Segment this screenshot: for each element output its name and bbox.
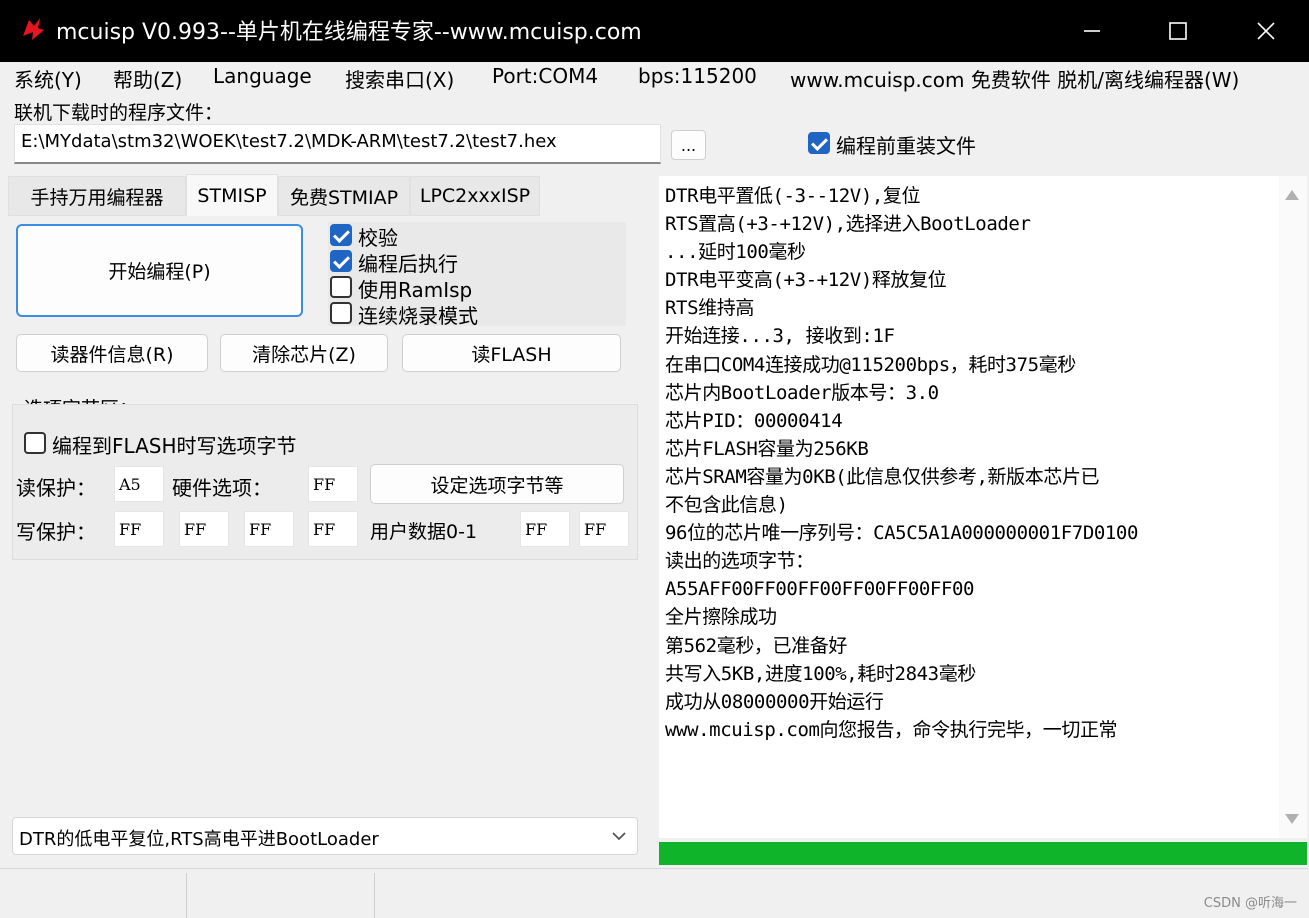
start-programming-button[interactable]: 开始编程(P) bbox=[16, 224, 303, 317]
tab-stmiap[interactable]: 免费STMIAP bbox=[278, 176, 410, 216]
log-lines: DTR电平置低(-3--12V),复位 RTS置高(+3-+12V),选择进入Bo… bbox=[659, 182, 1138, 744]
app-logo-icon bbox=[23, 18, 44, 40]
log-line: 成功从08000000开始运行 bbox=[665, 690, 884, 713]
menu-help[interactable]: 帮助(Z) bbox=[113, 64, 182, 93]
use-ramisp-label: 使用RamIsp bbox=[358, 278, 473, 302]
write-option-bytes-checkbox[interactable] bbox=[24, 432, 46, 454]
reset-mode-value: DTR的低电平复位,RTS高电平进BootLoader bbox=[19, 829, 379, 850]
use-ramisp-checkbox[interactable] bbox=[330, 276, 352, 298]
write-protect-field[interactable]: FF bbox=[179, 511, 229, 547]
menu-search-port[interactable]: 搜索串口(X) bbox=[345, 64, 454, 93]
log-line: 芯片内BootLoader版本号：3.0 bbox=[665, 381, 939, 404]
log-line: 不包含此信息) bbox=[665, 494, 788, 517]
progress-fill bbox=[659, 842, 1307, 865]
log-line: DTR电平置低(-3--12V),复位 bbox=[665, 185, 921, 207]
hardware-option-field[interactable]: FF bbox=[308, 466, 358, 502]
minimize-icon bbox=[1084, 30, 1100, 32]
log-scrollbar[interactable] bbox=[1279, 176, 1307, 838]
chevron-down-icon bbox=[612, 832, 626, 841]
read-protect-field[interactable]: A5 bbox=[114, 466, 164, 502]
menu-port[interactable]: Port:COM4 bbox=[492, 64, 598, 88]
log-line: RTS置高(+3-+12V),选择进入BootLoader bbox=[665, 213, 1031, 236]
browse-button[interactable]: ... bbox=[671, 130, 706, 160]
status-separator bbox=[186, 873, 187, 918]
log-line: 开始连接...3, 接收到:1F bbox=[665, 325, 895, 348]
log-output[interactable]: DTR电平置低(-3--12V),复位 RTS置高(+3-+12V),选择进入Bo… bbox=[659, 176, 1279, 838]
title-bar: mcuisp V0.993--单片机在线编程专家--www.mcuisp.com bbox=[0, 0, 1309, 62]
reload-file-checkbox[interactable] bbox=[808, 132, 830, 154]
tab-stmisp[interactable]: STMISP bbox=[186, 174, 278, 216]
read-device-info-button[interactable]: 读器件信息(R) bbox=[16, 334, 208, 372]
maximize-icon bbox=[1169, 22, 1187, 40]
reload-file-label: 编程前重装文件 bbox=[836, 134, 976, 158]
write-protect-label: 写保护： bbox=[16, 520, 96, 544]
reset-mode-select[interactable]: DTR的低电平复位,RTS高电平进BootLoader bbox=[12, 817, 638, 855]
write-protect-field[interactable]: FF bbox=[114, 511, 164, 547]
close-button[interactable] bbox=[1222, 0, 1309, 62]
status-bar bbox=[0, 868, 1309, 918]
menu-bps[interactable]: bps:115200 bbox=[638, 64, 757, 88]
tab-lpc2xxxisp[interactable]: LPC2xxxISP bbox=[410, 176, 540, 216]
maximize-button[interactable] bbox=[1134, 0, 1222, 62]
progress-bar bbox=[659, 842, 1307, 865]
user-data-field[interactable]: FF bbox=[579, 511, 629, 547]
set-option-bytes-button[interactable]: 设定选项字节等 bbox=[370, 464, 624, 504]
erase-chip-button[interactable]: 清除芯片(Z) bbox=[220, 334, 388, 372]
close-icon bbox=[1257, 22, 1275, 40]
log-line: 读出的选项字节： bbox=[665, 550, 814, 573]
menu-bar: 系统(Y) 帮助(Z) Language 搜索串口(X) Port:COM4 b… bbox=[0, 62, 1309, 94]
log-line: 在串口COM4连接成功@115200bps，耗时375毫秒 bbox=[665, 353, 1076, 376]
menu-system[interactable]: 系统(Y) bbox=[14, 64, 82, 93]
log-line: ...延时100毫秒 bbox=[665, 241, 806, 264]
log-line: RTS维持高 bbox=[665, 297, 754, 320]
log-line: 第562毫秒，已准备好 bbox=[665, 634, 847, 657]
write-protect-field[interactable]: FF bbox=[244, 511, 294, 547]
log-line: A55AFF00FF00FF00FF00FF00FF00 bbox=[665, 578, 975, 601]
status-separator bbox=[374, 873, 375, 918]
menu-language[interactable]: Language bbox=[213, 64, 312, 88]
read-protect-label: 读保护： bbox=[16, 476, 96, 500]
run-after-checkbox[interactable] bbox=[330, 250, 352, 272]
log-line: DTR电平变高(+3-+12V)释放复位 bbox=[665, 269, 947, 292]
run-after-label: 编程后执行 bbox=[358, 252, 458, 276]
log-line: 96位的芯片唯一序列号：CA5C5A1A000000001F7D0100 bbox=[665, 522, 1139, 545]
verify-checkbox[interactable] bbox=[330, 224, 352, 246]
watermark: CSDN @听海一 bbox=[1203, 896, 1297, 911]
scroll-up-icon[interactable] bbox=[1285, 190, 1299, 200]
menu-website[interactable]: www.mcuisp.com 免费软件 脱机/离线编程器(W) bbox=[790, 64, 1239, 93]
verify-label: 校验 bbox=[358, 226, 398, 250]
window-title: mcuisp V0.993--单片机在线编程专家--www.mcuisp.com bbox=[56, 20, 642, 45]
log-line: www.mcuisp.com向您报告，命令执行完毕，一切正常 bbox=[665, 718, 1118, 741]
log-line: 共写入5KB,进度100%,耗时2843毫秒 bbox=[665, 662, 976, 685]
log-line: 芯片SRAM容量为0KB(此信息仅供参考,新版本芯片已 bbox=[665, 465, 1100, 488]
continuous-mode-label: 连续烧录模式 bbox=[358, 304, 478, 328]
write-protect-field[interactable]: FF bbox=[308, 511, 358, 547]
hex-file-path-input[interactable]: E:\MYdata\stm32\WOEK\test7.2\MDK-ARM\tes… bbox=[14, 124, 661, 164]
log-line: 芯片PID：00000414 bbox=[665, 409, 843, 432]
tab-handheld-programmer[interactable]: 手持万用编程器 bbox=[8, 176, 186, 216]
scroll-down-icon[interactable] bbox=[1285, 814, 1299, 824]
hardware-option-label: 硬件选项： bbox=[172, 476, 272, 500]
file-label: 联机下载时的程序文件： bbox=[14, 102, 224, 124]
log-line: 芯片FLASH容量为256KB bbox=[665, 437, 869, 460]
log-line: 全片擦除成功 bbox=[665, 606, 777, 629]
minimize-button[interactable] bbox=[1048, 0, 1136, 62]
user-data-field[interactable]: FF bbox=[520, 511, 570, 547]
write-option-bytes-label: 编程到FLASH时写选项字节 bbox=[52, 434, 297, 458]
user-data-label: 用户数据0-1 bbox=[370, 521, 478, 543]
continuous-mode-checkbox[interactable] bbox=[330, 302, 352, 324]
read-flash-button[interactable]: 读FLASH bbox=[402, 334, 621, 372]
